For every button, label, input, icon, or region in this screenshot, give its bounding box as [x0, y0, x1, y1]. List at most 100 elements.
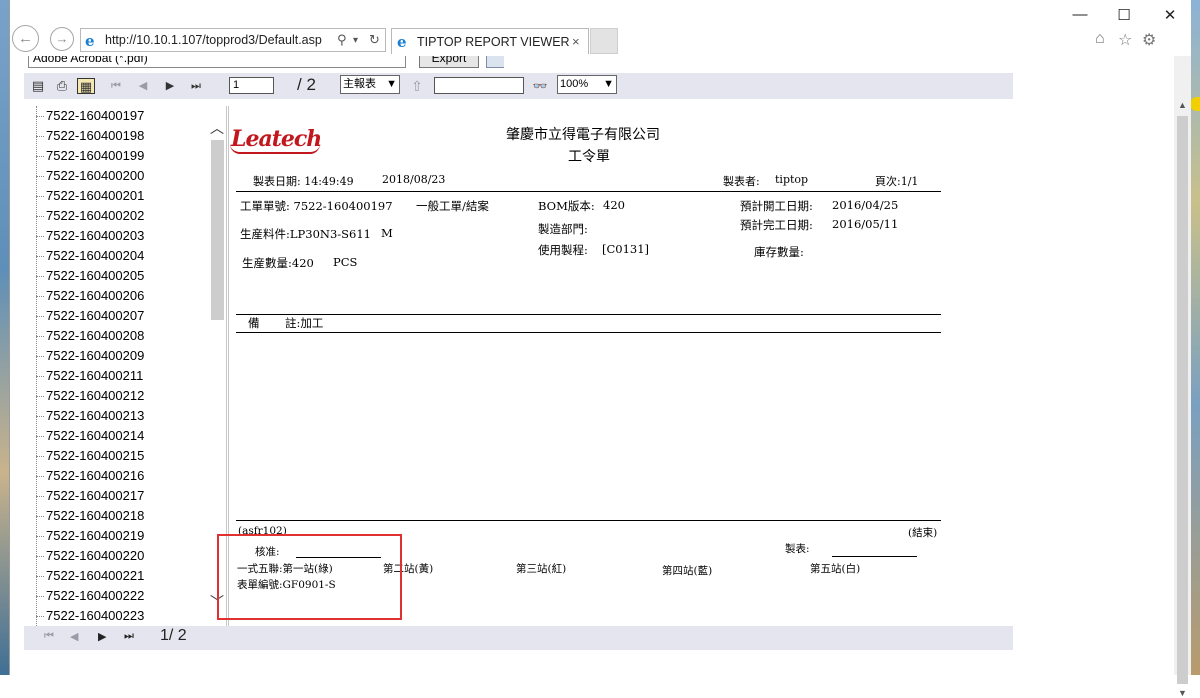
station-4: 第四站(藍) [662, 565, 713, 577]
forward-button[interactable]: → [50, 27, 74, 51]
search-input[interactable] [434, 77, 524, 94]
tree-item[interactable]: 7522-160400217 [34, 486, 214, 506]
search-icon[interactable]: ⚲ [337, 32, 347, 48]
tree-item[interactable]: 7522-160400220 [34, 546, 214, 566]
tree-item[interactable]: 7522-160400205 [34, 266, 214, 286]
page-scroll-up-icon[interactable]: ▲ [1178, 100, 1187, 110]
tree-item[interactable]: 7522-160400203 [34, 226, 214, 246]
bottom-prev-page-button[interactable]: ◀ [70, 630, 78, 643]
remark-bottom-rule [236, 332, 941, 333]
remark-label: 備 [248, 316, 260, 330]
tree-item[interactable]: 7522-160400201 [34, 186, 214, 206]
forward-arrow-icon: → [55, 31, 69, 46]
scroll-up-icon[interactable]: ︿ [210, 118, 224, 138]
tree-item[interactable]: 7522-160400214 [34, 426, 214, 446]
gear-icon[interactable]: ⚙ [1142, 30, 1156, 50]
tree-item[interactable]: 7522-160400215 [34, 446, 214, 466]
toggle-tree-icon[interactable]: ▦ [77, 78, 95, 94]
export-button[interactable]: Export [419, 56, 479, 68]
tab-close-icon[interactable]: × [572, 34, 580, 49]
process-label: 使用製程: [538, 243, 588, 257]
address-bar[interactable]: e http://10.10.1.107/topprod3/Default.as… [80, 28, 386, 52]
tree-item[interactable]: 7522-160400208 [34, 326, 214, 346]
chevron-down-icon: ▼ [386, 78, 397, 90]
print-icon[interactable]: ⎙ [53, 78, 71, 94]
bottom-next-page-button[interactable]: ▶ [98, 630, 106, 643]
back-button[interactable]: ← [12, 25, 39, 52]
tree-item[interactable]: 7522-160400213 [34, 406, 214, 426]
ie-page-icon: e [85, 32, 95, 50]
tree-item[interactable]: 7522-160400209 [34, 346, 214, 366]
plan-end-value: 2016/05/11 [832, 217, 899, 231]
page-number-input[interactable]: 1 [229, 77, 274, 94]
next-page-button[interactable]: ▶ [161, 78, 179, 94]
tree-item[interactable]: 7522-160400199 [34, 146, 214, 166]
chevron-down-icon: ▼ [603, 78, 614, 90]
tree-item[interactable]: 7522-160400206 [34, 286, 214, 306]
bottom-last-page-button[interactable]: ⏭ [124, 630, 134, 643]
maker-value: tiptop [775, 173, 809, 186]
new-tab-button[interactable] [590, 28, 618, 54]
order-number: 工單單號: 7522-160400197 [240, 199, 393, 213]
tree-item[interactable]: 7522-160400200 [34, 166, 214, 186]
browser-window: ← → e http://10.10.1.107/topprod3/Defaul… [9, 0, 1191, 698]
bom-value: 420 [603, 198, 625, 212]
tree-item[interactable]: 7522-160400202 [34, 206, 214, 226]
minimize-button[interactable]: — [1070, 6, 1090, 23]
tree-item[interactable]: 7522-160400211 [34, 366, 214, 386]
remark-top-rule [236, 314, 941, 315]
remark-value: 註:加工 [285, 316, 324, 330]
report-selector[interactable]: 主報表 ▼ [340, 75, 400, 94]
process-value: [C0131] [602, 242, 650, 256]
maximize-button[interactable]: ☐ [1114, 6, 1134, 24]
plan-start-label: 預計開工日期: [740, 199, 813, 213]
tree-item[interactable]: 7522-160400218 [34, 506, 214, 526]
end-mark: (結束) [908, 527, 938, 539]
page-scroll-thumb[interactable] [1177, 116, 1188, 684]
print-date: 2018/08/23 [382, 173, 446, 186]
parent-report-icon[interactable]: ⇧ [408, 78, 426, 94]
order-type: 一般工單/結案 [416, 199, 489, 213]
desktop-background-left [0, 0, 9, 675]
tab-title: TIPTOP REPORT VIEWER [417, 35, 570, 49]
refresh-icon[interactable]: ↻ [369, 32, 380, 48]
tree-item[interactable]: 7522-160400207 [34, 306, 214, 326]
tree-item[interactable]: 7522-160400221 [34, 566, 214, 586]
page-scrollbar[interactable]: ▲ ▼ [1174, 56, 1191, 698]
export-format-select[interactable]: Adobe Acrobat (*.pdf) [28, 56, 406, 68]
page-total: / 2 [297, 75, 316, 94]
last-page-button[interactable]: ⏭ [187, 78, 205, 94]
tree-item[interactable]: 7522-160400198 [34, 126, 214, 146]
tree-item[interactable]: 7522-160400204 [34, 246, 214, 266]
first-page-button[interactable]: ⏮ [107, 78, 125, 94]
page-label: 頁次:1/1 [875, 175, 919, 188]
header-rule [236, 191, 941, 192]
stock-label: 庫存數量: [754, 245, 804, 259]
title-bar: ← → e http://10.10.1.107/topprod3/Defaul… [10, 0, 1191, 56]
prev-page-button[interactable]: ◀ [134, 78, 152, 94]
ie-tab-icon: e [397, 33, 407, 51]
close-window-button[interactable]: ✕ [1160, 6, 1180, 24]
address-dropdown-icon[interactable]: ▾ [353, 35, 358, 46]
tree-item[interactable]: 7522-160400219 [34, 526, 214, 546]
print-time: 製表日期: 14:49:49 [253, 175, 354, 188]
tree-item[interactable]: 7522-160400197 [34, 106, 214, 126]
binoculars-icon[interactable]: 👓 [531, 78, 549, 94]
tree-item[interactable]: 7522-160400216 [34, 466, 214, 486]
report-title: 工令單 [568, 149, 610, 165]
bottom-first-page-button[interactable]: ⏮ [44, 630, 54, 643]
scroll-thumb[interactable] [211, 140, 224, 320]
station-5: 第五站(白) [810, 563, 861, 575]
tab-tiptop-report-viewer[interactable]: e TIPTOP REPORT VIEWER × [391, 28, 589, 54]
zoom-select[interactable]: 100% ▼ [557, 75, 617, 94]
export-doc-icon[interactable]: ▤ [29, 78, 47, 94]
plan-end-label: 預計完工日期: [740, 218, 813, 232]
document-map-tree: 7522-160400197 7522-160400198 7522-1604001… [34, 106, 214, 626]
tree-item[interactable]: 7522-160400222 [34, 586, 214, 606]
star-icon[interactable]: ☆ [1118, 30, 1132, 50]
page-scroll-down-icon[interactable]: ▼ [1178, 688, 1187, 698]
mail-icon[interactable] [486, 56, 504, 68]
home-icon[interactable]: ⌂ [1095, 30, 1105, 48]
tree-item[interactable]: 7522-160400212 [34, 386, 214, 406]
tree-item[interactable]: 7522-160400223 [34, 606, 214, 626]
